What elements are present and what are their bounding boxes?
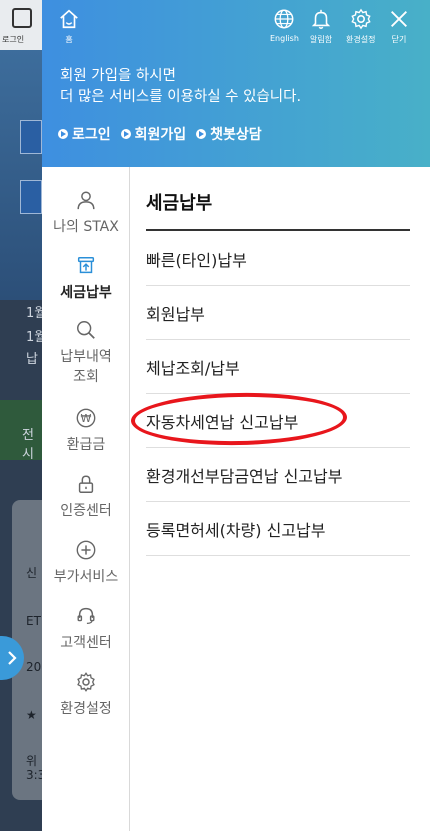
background-tile (20, 120, 42, 154)
gear-icon (351, 8, 371, 30)
person-icon (77, 191, 95, 210)
menu-item-environment-charge[interactable]: 환경개선부담금연납 신고납부 (146, 448, 410, 502)
title-divider (146, 229, 410, 231)
chevron-right-icon (8, 651, 17, 665)
signup-message-line2: 더 많은 서비스를 이용하실 수 있습니다. (60, 89, 302, 105)
background-login-button: 로그인 (0, 0, 42, 50)
menu-item-car-tax-annual[interactable]: 자동차세연납 신고납부 (146, 394, 410, 448)
menu-drawer: 홈 English 알림함 환경설정 닫기 회원 가입을 하시면 더 많은 서비… (42, 0, 430, 831)
home-button[interactable]: 홈 (58, 8, 80, 45)
background-panel-row: ET (26, 614, 41, 628)
nav-label: 부가서비스 (53, 569, 119, 585)
background-tile (20, 180, 42, 214)
close-icon (391, 11, 407, 27)
notification-label: 알림함 (310, 35, 333, 44)
background-panel-row: 신 (26, 566, 38, 580)
home-icon (60, 9, 78, 29)
headset-icon (77, 607, 95, 624)
lock-icon (78, 475, 94, 493)
notification-button[interactable]: 알림함 (310, 8, 332, 45)
nav-label: 환경설정 (60, 701, 112, 717)
login-link-label: 로그인 (72, 127, 111, 143)
nav-item-settings[interactable]: 환경설정 (42, 671, 130, 719)
plus-circle-icon (76, 540, 96, 560)
menu-item-member-payment[interactable]: 회원납부 (146, 286, 410, 340)
arrow-circle-icon (120, 129, 131, 139)
drawer-header: 홈 English 알림함 환경설정 닫기 회원 가입을 하시면 더 많은 서비… (42, 0, 430, 167)
arrow-circle-icon (58, 129, 68, 139)
background-banner (0, 50, 42, 300)
chatbot-link-label: 챗봇상담 (210, 127, 262, 143)
signup-link[interactable]: 회원가입 (120, 124, 187, 144)
nav-item-certificate[interactable]: 인증센터 (42, 473, 130, 521)
won-icon: ₩ (76, 408, 96, 428)
english-button[interactable]: English (270, 8, 299, 43)
login-link[interactable]: 로그인 (58, 124, 111, 144)
background-panel-row: ★ (26, 708, 37, 722)
section-title: 세금납부 (146, 193, 213, 214)
nav-label: 인증센터 (60, 503, 112, 519)
nav-label-line: 조회 (73, 369, 99, 385)
english-label: English (270, 34, 299, 43)
settings-icon (77, 672, 95, 692)
category-nav: 나의 STAX 세금납부 납부내역조회 ₩ 환급금 인증센터 부가서비스 고객센… (42, 167, 130, 831)
bell-icon (311, 9, 331, 29)
nav-item-customer-center[interactable]: 고객센터 (42, 605, 130, 653)
nav-item-my-stax[interactable]: 나의 STAX (42, 189, 130, 237)
globe-icon (274, 9, 294, 29)
signup-message-line1: 회원 가입을 하시면 (60, 68, 176, 84)
nav-label: 고객센터 (60, 635, 112, 651)
settings-button[interactable]: 환경설정 (346, 8, 375, 45)
search-icon (77, 321, 95, 339)
background-panel-row: 위 (26, 754, 38, 768)
background-green-block: 전시 (0, 400, 42, 462)
settings-label: 환경설정 (346, 35, 376, 44)
background-panel-row: 20 (26, 660, 42, 674)
nav-label: 납부내역조회 (60, 347, 112, 387)
payment-icon (77, 257, 95, 274)
home-label: 홈 (65, 35, 73, 44)
svg-text:₩: ₩ (81, 412, 92, 425)
nav-item-refund[interactable]: ₩ 환급금 (42, 407, 130, 455)
nav-label: 환급금 (66, 437, 106, 453)
close-label: 닫기 (391, 35, 407, 44)
login-icon (12, 8, 32, 28)
nav-item-payment-history[interactable]: 납부내역조회 (42, 319, 130, 387)
nav-label: 나의 STAX (53, 219, 119, 235)
menu-item-quick-payment[interactable]: 빠른(타인)납부 (146, 232, 410, 286)
close-button[interactable]: 닫기 (388, 8, 410, 45)
nav-label-line: 납부내역 (60, 349, 112, 365)
signup-link-label: 회원가입 (134, 127, 187, 143)
menu-item-registration-tax[interactable]: 등록면허세(차량) 신고납부 (146, 502, 410, 556)
tax-payment-menu: 세금납부 빠른(타인)납부 회원납부 체납조회/납부 자동차세연납 신고납부 환… (131, 167, 430, 831)
nav-item-additional-services[interactable]: 부가서비스 (42, 539, 130, 587)
arrow-circle-icon (196, 129, 207, 139)
signup-message: 회원 가입을 하시면 더 많은 서비스를 이용하실 수 있습니다. (60, 66, 301, 108)
background-login-label: 로그인 (2, 35, 25, 44)
nav-item-tax-payment[interactable]: 세금납부 (42, 255, 130, 303)
background-text: 납 (26, 352, 38, 367)
background-green-text: 전시 (22, 428, 34, 462)
nav-label: 세금납부 (60, 285, 112, 301)
header-links: 로그인 회원가입 챗봇상담 (58, 124, 262, 144)
menu-item-arrears[interactable]: 체납조회/납부 (146, 340, 410, 394)
chatbot-link[interactable]: 챗봇상담 (196, 124, 262, 144)
